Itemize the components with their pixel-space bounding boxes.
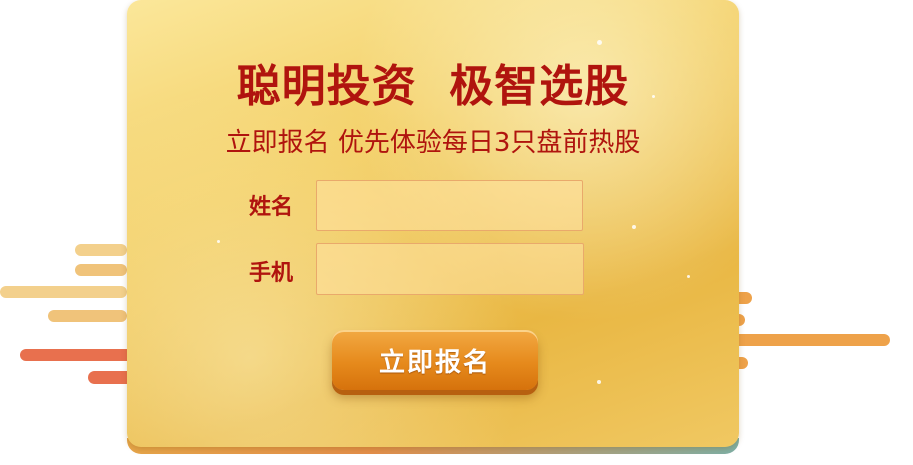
cloud-left-4 <box>48 310 127 322</box>
name-input[interactable] <box>316 180 583 231</box>
sparkle <box>217 240 220 243</box>
signup-submit-button[interactable]: 立即报名 <box>332 330 538 390</box>
cloud-left-2 <box>75 264 127 276</box>
subheadline: 立即报名 优先体验每日3只盘前热股 <box>225 128 641 158</box>
phone-input[interactable] <box>316 243 584 295</box>
cloud-left-1 <box>75 244 127 256</box>
sparkle <box>597 40 602 45</box>
headline: 聪明投资 极智选股 <box>236 61 630 112</box>
sparkle <box>632 225 636 229</box>
sparkle <box>597 380 601 384</box>
sparkle <box>687 275 690 278</box>
signup-card: 聪明投资 极智选股 立即报名 优先体验每日3只盘前热股 姓名 手机 立即报名 <box>127 0 739 447</box>
phone-label: 手机 <box>249 261 294 286</box>
name-label: 姓名 <box>249 195 294 220</box>
cloud-left-3 <box>0 286 127 298</box>
